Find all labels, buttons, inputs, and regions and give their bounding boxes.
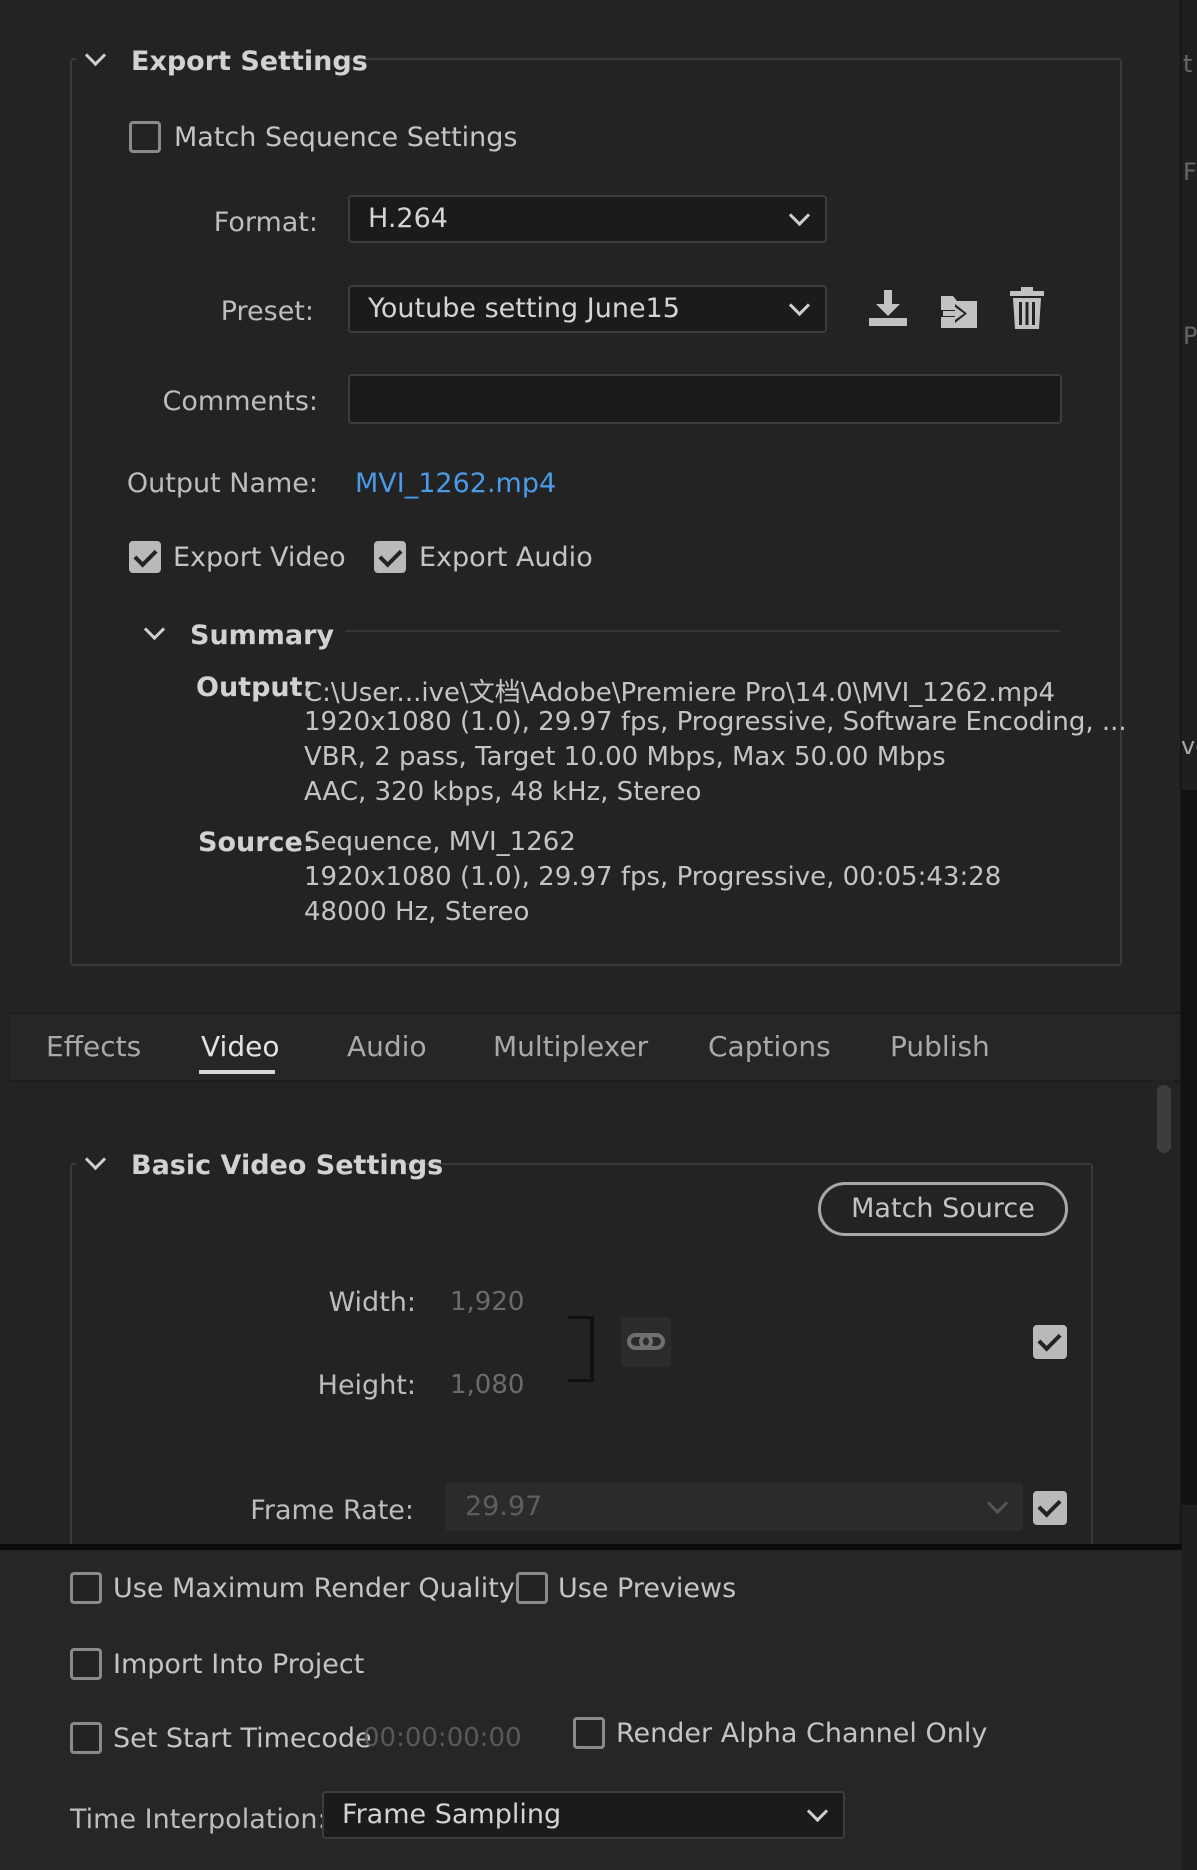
tab-video[interactable]: Video xyxy=(201,1030,279,1063)
export-video-checkbox[interactable] xyxy=(129,541,161,573)
tab-multiplexer[interactable]: Multiplexer xyxy=(493,1030,648,1063)
export-settings-title: Export Settings xyxy=(131,46,368,77)
resize-override-checkbox[interactable] xyxy=(1033,1325,1067,1359)
dimension-bracket xyxy=(568,1316,594,1382)
frame-rate-label: Frame Rate: xyxy=(250,1495,414,1526)
render-alpha-label: Render Alpha Channel Only xyxy=(616,1718,988,1749)
summary-source-line-1: Sequence, MVI_1262 xyxy=(304,827,576,857)
import-into-project-label: Import Into Project xyxy=(113,1649,365,1680)
tab-effects[interactable]: Effects xyxy=(46,1030,141,1063)
tab-captions[interactable]: Captions xyxy=(708,1030,831,1063)
edge-fragment-1: t xyxy=(1183,50,1193,78)
time-interpolation-label: Time Interpolation: xyxy=(70,1804,327,1835)
time-interpolation-dropdown[interactable]: Frame Sampling xyxy=(322,1791,845,1839)
match-source-label: Match Source xyxy=(851,1193,1035,1224)
render-alpha-checkbox[interactable] xyxy=(573,1717,605,1749)
width-label: Width: xyxy=(328,1287,416,1318)
use-previews-checkbox[interactable] xyxy=(516,1572,548,1604)
edge-fragment-4: ve xyxy=(1181,732,1197,760)
video-scrollbar-thumb[interactable] xyxy=(1157,1085,1171,1153)
use-previews-label: Use Previews xyxy=(558,1573,737,1604)
set-start-timecode-checkbox[interactable] xyxy=(70,1722,102,1754)
summary-source-line-3: 48000 Hz, Stereo xyxy=(304,897,530,927)
frame-rate-dropdown[interactable]: 29.97 xyxy=(445,1483,1023,1531)
time-interpolation-value: Frame Sampling xyxy=(342,1799,562,1830)
edge-fragment-2: F xyxy=(1183,158,1197,186)
preset-value: Youtube setting June15 xyxy=(368,293,680,324)
summary-output-line-4: AAC, 320 kbps, 48 kHz, Stereo xyxy=(304,777,702,807)
summary-output-line-3: VBR, 2 pass, Target 10.00 Mbps, Max 50.0… xyxy=(304,742,946,772)
edge-dark-block xyxy=(1182,790,1197,1505)
match-sequence-checkbox[interactable] xyxy=(129,121,161,153)
preset-label: Preset: xyxy=(220,296,314,327)
format-value: H.264 xyxy=(368,203,448,234)
link-icon[interactable] xyxy=(621,1317,671,1367)
format-label: Format: xyxy=(213,207,318,238)
comments-field[interactable] xyxy=(348,374,1062,424)
summary-output-line-2: 1920x1080 (1.0), 29.97 fps, Progressive,… xyxy=(304,707,1127,737)
summary-source-line-2: 1920x1080 (1.0), 29.97 fps, Progressive,… xyxy=(304,862,1002,892)
height-label: Height: xyxy=(317,1370,416,1401)
chevron-down-icon xyxy=(986,1492,1009,1515)
preset-dropdown[interactable]: Youtube setting June15 xyxy=(348,285,827,333)
height-value[interactable]: 1,080 xyxy=(450,1370,524,1400)
comments-label: Comments: xyxy=(162,386,318,417)
summary-output-label: Output: xyxy=(196,672,314,703)
timecode-value[interactable]: 00:00:00:00 xyxy=(363,1723,522,1753)
output-name-link[interactable]: MVI_1262.mp4 xyxy=(355,468,556,499)
save-preset-icon[interactable] xyxy=(866,288,910,328)
tab-audio[interactable]: Audio xyxy=(347,1030,427,1063)
export-audio-label: Export Audio xyxy=(419,542,593,573)
tab-publish[interactable]: Publish xyxy=(890,1030,990,1063)
edge-fragment-3: P xyxy=(1183,322,1197,350)
summary-title: Summary xyxy=(190,620,335,651)
frame-rate-override-checkbox[interactable] xyxy=(1033,1491,1067,1525)
output-name-label: Output Name: xyxy=(126,468,318,499)
summary-source-label: Source: xyxy=(198,827,314,858)
format-dropdown[interactable]: H.264 xyxy=(348,195,827,243)
width-value[interactable]: 1,920 xyxy=(450,1287,524,1317)
export-audio-checkbox[interactable] xyxy=(374,541,406,573)
summary-output-line-1: C:\User...ive\文档\Adobe\Premiere Pro\14.0… xyxy=(304,678,1056,708)
chevron-down-icon xyxy=(788,204,811,227)
export-video-label: Export Video xyxy=(173,542,346,573)
chevron-down-icon xyxy=(788,294,811,317)
tab-video-underline xyxy=(199,1070,275,1074)
set-start-timecode-label: Set Start Timecode xyxy=(113,1723,372,1754)
match-sequence-label: Match Sequence Settings xyxy=(174,122,518,153)
import-into-project-checkbox[interactable] xyxy=(70,1648,102,1680)
match-source-button[interactable]: Match Source xyxy=(818,1182,1068,1236)
max-render-quality-checkbox[interactable] xyxy=(70,1572,102,1604)
summary-divider xyxy=(345,630,1060,632)
chevron-down-icon xyxy=(806,1800,829,1823)
frame-rate-value: 29.97 xyxy=(465,1491,543,1522)
max-render-quality-label: Use Maximum Render Quality xyxy=(113,1573,515,1604)
basic-video-title: Basic Video Settings xyxy=(131,1150,444,1181)
import-preset-icon[interactable] xyxy=(937,290,981,332)
delete-preset-icon[interactable] xyxy=(1008,286,1046,330)
